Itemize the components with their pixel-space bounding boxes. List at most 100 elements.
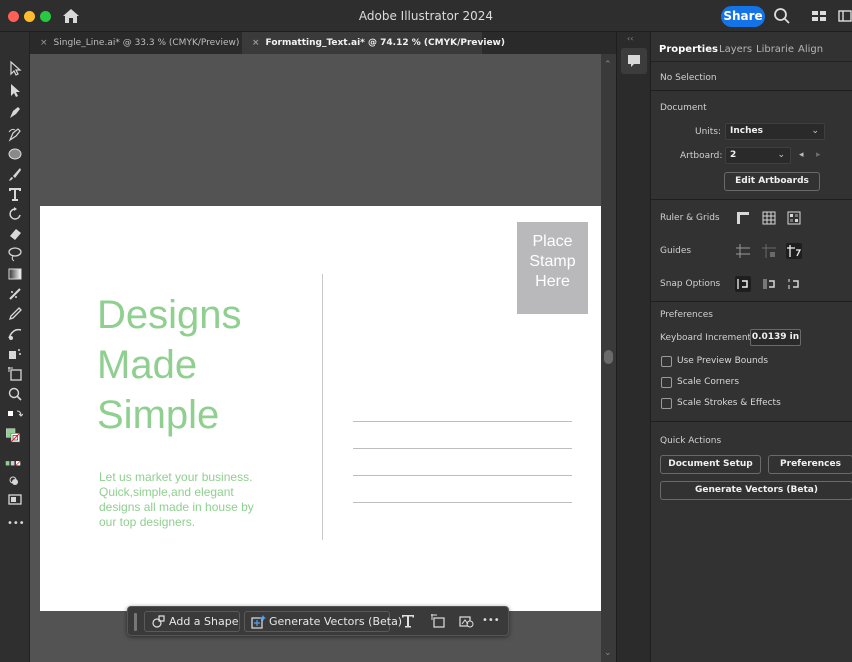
smart-guides-icon[interactable]: [786, 243, 802, 259]
screen-mode-icon[interactable]: [7, 492, 23, 508]
address-line: [353, 421, 572, 422]
gradient-tool-icon[interactable]: [7, 266, 23, 282]
preferences-button[interactable]: Preferences: [768, 455, 852, 474]
edit-artboards-button[interactable]: Edit Artboards: [724, 172, 820, 191]
lasso-tool-icon[interactable]: [7, 246, 23, 262]
quick-actions-section: Quick Actions Document Setup Preferences…: [651, 422, 852, 508]
rotate-tool-icon[interactable]: [7, 206, 23, 222]
tools-panel: •••: [0, 32, 30, 662]
generate-vectors-button[interactable]: Generate Vectors (Beta): [244, 611, 402, 632]
type-tool-icon[interactable]: [7, 186, 23, 202]
tab-layers[interactable]: Layers: [719, 44, 752, 55]
stamp-text-line: Stamp: [529, 253, 576, 270]
keyboard-increment-label: Keyboard Increment:: [660, 333, 755, 343]
fill-stroke-swatch[interactable]: [5, 428, 27, 452]
previous-artboard-icon[interactable]: ◂: [799, 150, 804, 160]
add-shape-button[interactable]: Add a Shape: [144, 611, 240, 632]
scroll-thumb[interactable]: [604, 350, 613, 364]
edit-toolbar-button[interactable]: •••: [7, 516, 25, 532]
snap-to-glyph-icon[interactable]: [786, 276, 802, 292]
keyboard-increment-input[interactable]: 0.0139 in: [750, 329, 801, 346]
mesh-tool-icon[interactable]: [7, 286, 23, 302]
eraser-tool-icon[interactable]: [7, 226, 23, 242]
transparency-grid-icon[interactable]: [786, 210, 802, 226]
body-copy[interactable]: Let us market your business. Quick,simpl…: [99, 470, 274, 530]
close-window-button[interactable]: [8, 11, 19, 22]
zoom-tool-icon[interactable]: [7, 386, 23, 402]
tab-properties[interactable]: Properties: [659, 44, 718, 55]
workspace-switcher-icon[interactable]: [810, 7, 828, 25]
scroll-down-arrow[interactable]: ⌄: [604, 648, 612, 658]
panel-toggle-icon[interactable]: [838, 7, 852, 25]
pen-tool-icon[interactable]: [7, 104, 23, 120]
body-copy-line: our top designers.: [99, 515, 196, 529]
close-tab-icon[interactable]: ×: [40, 38, 48, 48]
add-shape-label: Add a Shape: [169, 615, 239, 628]
image-trace-icon[interactable]: [458, 613, 474, 629]
selection-section: No Selection: [651, 63, 852, 91]
tab-single-line[interactable]: × Single_Line.ai* @ 33.3 % (CMYK/Preview): [30, 32, 242, 54]
selection-tool-icon[interactable]: [7, 60, 23, 76]
type-icon[interactable]: [400, 613, 416, 629]
selection-status: No Selection: [660, 73, 717, 83]
use-preview-bounds-checkbox[interactable]: [661, 356, 672, 367]
snap-to-pixel-icon[interactable]: [761, 276, 777, 292]
stamp-text-line: Place: [532, 233, 573, 250]
units-label: Units:: [695, 127, 722, 137]
headline-line: Simple: [97, 393, 220, 437]
share-button[interactable]: Share: [721, 6, 765, 27]
comments-panel-button[interactable]: [621, 48, 647, 74]
generate-vectors-panel-button[interactable]: Generate Vectors (Beta): [660, 481, 852, 500]
artboard-dropdown[interactable]: 2 ⌄: [725, 147, 791, 164]
contextual-task-bar: Add a Shape Generate Vectors (Beta) •••: [127, 606, 509, 636]
home-icon[interactable]: [62, 8, 80, 24]
more-options-button[interactable]: •••: [482, 613, 500, 629]
collapse-panels-icon[interactable]: ‹‹: [627, 34, 633, 43]
artboard-tool-icon[interactable]: [7, 366, 23, 382]
zoom-window-button[interactable]: [40, 11, 51, 22]
artboard-options-icon[interactable]: [430, 613, 446, 629]
lock-guides-icon[interactable]: [761, 243, 777, 259]
canvas-area[interactable]: Designs Made Simple Let us market your b…: [30, 54, 616, 662]
close-tab-icon[interactable]: ×: [252, 38, 260, 48]
ellipse-tool-icon[interactable]: [7, 146, 23, 162]
grid-icon[interactable]: [761, 210, 777, 226]
document-setup-button[interactable]: Document Setup: [660, 455, 761, 474]
title-bar: Adobe Illustrator 2024 Share: [0, 0, 852, 32]
tab-formatting-text[interactable]: × Formatting_Text.ai* @ 74.12 % (CMYK/Pre…: [242, 32, 505, 54]
color-mode-buttons[interactable]: [5, 456, 27, 472]
search-icon[interactable]: [773, 7, 791, 25]
ruler-icon[interactable]: [735, 210, 751, 226]
tab-libraries[interactable]: Librarie: [756, 44, 794, 55]
ruler-grids-label: Ruler & Grids: [660, 213, 720, 223]
eyedropper-tool-icon[interactable]: [7, 306, 23, 322]
artboard[interactable]: Designs Made Simple Let us market your b…: [40, 206, 601, 611]
symbol-sprayer-tool-icon[interactable]: [7, 346, 23, 362]
drawing-mode-icon[interactable]: [7, 474, 23, 490]
ruler-guides-snap-section: Ruler & Grids Guides Snap Options: [651, 200, 852, 302]
postcard-divider: [322, 274, 323, 540]
snap-to-point-icon[interactable]: [735, 276, 751, 292]
scale-corners-checkbox[interactable]: [661, 377, 672, 388]
generate-vectors-label: Generate Vectors (Beta): [269, 615, 403, 628]
quick-actions-title: Quick Actions: [660, 436, 722, 446]
body-copy-line: Quick,simple,and elegant: [99, 485, 234, 499]
headline[interactable]: Designs Made Simple: [97, 290, 317, 440]
blend-tool-icon[interactable]: [7, 326, 23, 342]
minimize-window-button[interactable]: [24, 11, 35, 22]
vertical-scrollbar[interactable]: ⌃ ⌄: [601, 54, 616, 662]
direct-selection-tool-icon[interactable]: [7, 82, 23, 98]
stamp-placeholder[interactable]: Place Stamp Here: [517, 222, 588, 314]
taskbar-grip-handle[interactable]: [134, 613, 137, 631]
units-dropdown[interactable]: Inches ⌄: [725, 123, 825, 140]
guides-label: Guides: [660, 246, 692, 256]
show-guides-icon[interactable]: [735, 243, 751, 259]
address-line: [353, 502, 572, 503]
swap-fill-stroke-icon[interactable]: [7, 408, 24, 424]
tab-align[interactable]: Align: [798, 44, 823, 55]
scroll-up-arrow[interactable]: ⌃: [604, 60, 612, 70]
next-artboard-icon[interactable]: ▸: [816, 150, 821, 160]
curvature-tool-icon[interactable]: [7, 126, 23, 142]
scale-strokes-effects-checkbox[interactable]: [661, 398, 672, 409]
paintbrush-tool-icon[interactable]: [7, 166, 23, 182]
